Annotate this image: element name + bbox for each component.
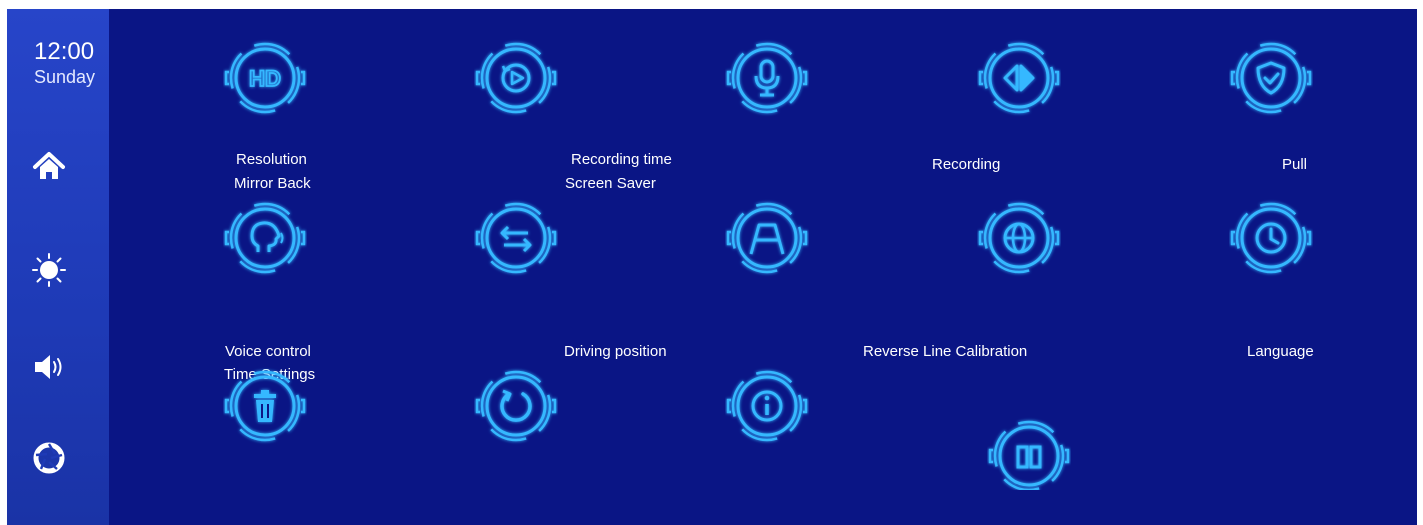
columns-icon [988, 420, 1070, 490]
hd-icon: HD [224, 42, 306, 114]
info-tile[interactable] [725, 364, 809, 448]
ramp-icon [726, 202, 808, 274]
label-recording-time: Recording time [571, 151, 672, 168]
clock-time: 12:00 [34, 38, 95, 65]
brightness-icon [32, 253, 66, 287]
refresh-icon [475, 370, 557, 442]
sidebar: 12:00 Sunday [7, 9, 109, 525]
shield-tile[interactable] [1229, 36, 1313, 120]
voice-head-icon [224, 202, 306, 274]
replay-icon [475, 42, 557, 114]
label-language: Language [1247, 343, 1314, 360]
label-voice-control: Voice control [225, 343, 311, 360]
svg-text:HD: HD [249, 66, 281, 91]
trash-icon [224, 370, 306, 442]
shutter-button[interactable] [31, 440, 67, 476]
globe-tile[interactable] [977, 196, 1061, 280]
mirror-arrows-icon [978, 42, 1060, 114]
label-pull: Pull [1282, 156, 1308, 173]
microphone-tile[interactable] [725, 36, 809, 120]
home-icon [33, 152, 65, 179]
globe-icon [978, 202, 1060, 274]
label-recording: Recording [932, 156, 1001, 173]
shield-icon [1230, 42, 1312, 114]
home-button[interactable] [31, 149, 67, 185]
swap-arrows-tile[interactable] [474, 196, 558, 280]
clock-tile[interactable] [1229, 196, 1313, 280]
columns-tile[interactable] [987, 414, 1071, 490]
replay-tile[interactable] [474, 36, 558, 120]
clock-icon [1230, 202, 1312, 274]
shutter-icon [33, 442, 65, 474]
mirror-arrows-tile[interactable] [977, 36, 1061, 120]
clock-day: Sunday [34, 67, 96, 87]
screen: 12:00 Sunday Resolution Mirror Back Reco… [7, 9, 1417, 525]
refresh-tile[interactable] [474, 364, 558, 448]
voice-head-tile[interactable] [223, 196, 307, 280]
label-screen-saver: Screen Saver [565, 175, 656, 192]
microphone-icon [726, 42, 808, 114]
brightness-button[interactable] [31, 252, 67, 288]
volume-icon [35, 355, 62, 379]
trash-tile[interactable] [223, 364, 307, 448]
label-driving-position: Driving position [564, 343, 667, 360]
info-icon [726, 370, 808, 442]
swap-arrows-icon [475, 202, 557, 274]
label-reverse-line-calibration: Reverse Line Calibration [863, 343, 1028, 360]
volume-button[interactable] [31, 349, 67, 385]
label-mirror-back: Mirror Back [234, 175, 311, 192]
hd-tile[interactable]: HD [223, 36, 307, 120]
ramp-tile[interactable] [725, 196, 809, 280]
label-resolution: Resolution [236, 151, 307, 168]
